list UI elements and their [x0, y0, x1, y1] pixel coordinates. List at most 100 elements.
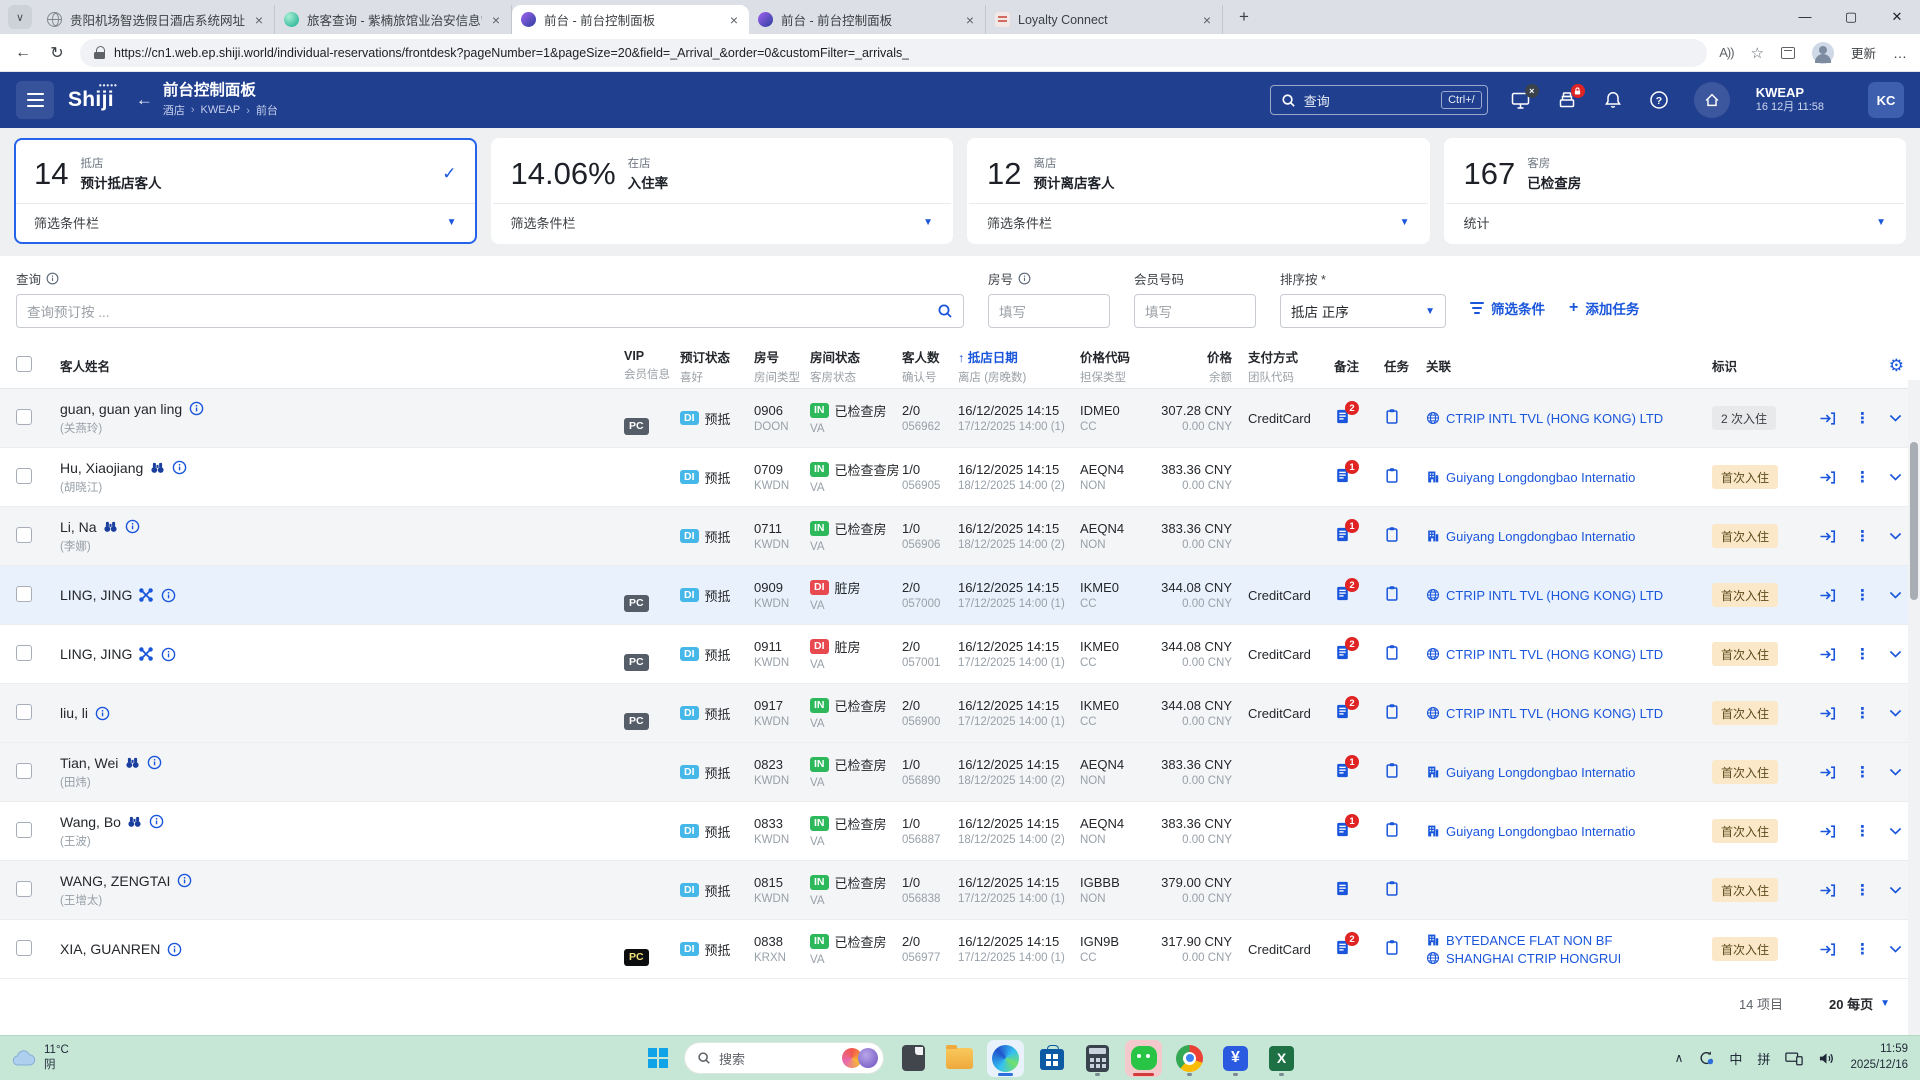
binoculars-icon[interactable]	[124, 755, 140, 771]
column-header[interactable]: 房号 房间类型	[754, 347, 810, 385]
remarks-icon[interactable]: 2	[1334, 696, 1359, 720]
row-checkbox[interactable]	[16, 762, 32, 779]
row-menu-kebab-icon[interactable]: ⋮	[1855, 940, 1870, 958]
row-menu-kebab-icon[interactable]: ⋮	[1855, 527, 1870, 545]
reservation-row[interactable]: WANG, ZENGTAI (王增太) DI 预抵 0815 KWDN IN 已检查房…	[0, 861, 1920, 920]
column-header[interactable]: 备注	[1334, 356, 1384, 375]
guest-name[interactable]: XIA, GUANREN	[60, 941, 160, 957]
tab-list-chevron-icon[interactable]: ∨	[8, 5, 32, 29]
row-checkbox[interactable]	[16, 526, 32, 543]
ime-language-button[interactable]: 中	[1729, 1049, 1742, 1068]
menu-hamburger-icon[interactable]	[16, 81, 54, 119]
company-link[interactable]: Guiyang Longdongbao Internatio	[1426, 470, 1712, 485]
vertical-scrollbar[interactable]	[1908, 380, 1920, 1035]
card-inspected-rooms[interactable]: 167 客房 已检查房 统计 ▼	[1443, 138, 1906, 244]
check-in-icon[interactable]	[1819, 588, 1836, 603]
scrollbar-thumb[interactable]	[1910, 442, 1918, 600]
column-header[interactable]: 价格代码 担保类型	[1080, 347, 1168, 385]
room-number-input[interactable]: 填写	[988, 294, 1110, 328]
column-header[interactable]: ↑ 抵店日期 离店 (房晚数)	[958, 347, 1080, 385]
select-all-checkbox[interactable]	[16, 356, 32, 372]
reservation-row[interactable]: Wang, Bo (王波) DI 预抵 0833 KWDN IN 已检查房 VA 1/0…	[0, 802, 1920, 861]
table-settings-gear-icon[interactable]: ⚙	[1800, 356, 1904, 376]
taskbar-app-unionpay[interactable]	[1217, 1040, 1254, 1077]
check-in-icon[interactable]	[1819, 942, 1836, 957]
row-menu-kebab-icon[interactable]: ⋮	[1855, 822, 1870, 840]
info-icon[interactable]	[94, 705, 110, 721]
row-menu-kebab-icon[interactable]: ⋮	[1855, 763, 1870, 781]
taskbar-app-notepad[interactable]	[895, 1040, 932, 1077]
sync-icon[interactable]	[1698, 1050, 1714, 1066]
cashier-locked-icon[interactable]	[1556, 84, 1585, 111]
window-minimize-button[interactable]: —	[1782, 0, 1828, 33]
taskbar-app-folder[interactable]	[941, 1040, 978, 1077]
binoculars-icon[interactable]	[127, 814, 143, 830]
guest-name[interactable]: LING, JING	[60, 587, 132, 603]
browser-profile-avatar[interactable]	[1811, 41, 1834, 64]
task-clipboard-icon[interactable]	[1384, 526, 1400, 543]
column-header[interactable]: 关联	[1426, 356, 1712, 375]
user-avatar[interactable]: KC	[1868, 82, 1904, 118]
check-in-icon[interactable]	[1819, 706, 1836, 721]
collections-icon[interactable]	[1780, 46, 1795, 59]
task-clipboard-icon[interactable]	[1384, 585, 1400, 602]
taskbar-app-store[interactable]	[1033, 1040, 1070, 1077]
read-aloud-icon[interactable]: A))	[1719, 45, 1734, 60]
taskbar-app-excel[interactable]	[1263, 1040, 1300, 1077]
taskbar-app-chrome[interactable]	[1171, 1040, 1208, 1077]
tab-close-icon[interactable]: ×	[253, 12, 265, 28]
check-in-icon[interactable]	[1819, 470, 1836, 485]
company-link[interactable]: Guiyang Longdongbao Internatio	[1426, 824, 1712, 839]
column-header[interactable]: 任务	[1384, 356, 1426, 375]
row-menu-kebab-icon[interactable]: ⋮	[1855, 645, 1870, 663]
row-checkbox[interactable]	[16, 703, 32, 720]
page-size-select[interactable]: 20 每页 ▼	[1829, 994, 1890, 1013]
tab-close-icon[interactable]: ×	[490, 12, 502, 28]
info-icon[interactable]	[149, 814, 165, 830]
browser-update-button[interactable]: 更新	[1851, 43, 1876, 62]
check-in-icon[interactable]	[1819, 529, 1836, 544]
member-number-input[interactable]: 填写	[1134, 294, 1256, 328]
column-header[interactable]: 客人数 确认号	[902, 347, 958, 385]
back-arrow-icon[interactable]: ←	[136, 90, 153, 110]
guest-name[interactable]: guan, guan yan ling	[60, 401, 182, 417]
browser-tab-active[interactable]: 前台 - 前台控制面板 ×	[512, 5, 749, 34]
refresh-button[interactable]: ↻	[46, 43, 68, 63]
card-filter-bar[interactable]: 筛选条件栏 ▼	[969, 203, 1428, 242]
property-info[interactable]: KWEAP 16 12月 11:58	[1756, 85, 1824, 115]
row-expand-chevron-icon[interactable]	[1889, 945, 1902, 953]
network-devices-icon[interactable]	[1785, 1051, 1804, 1066]
column-header[interactable]: 标识	[1712, 356, 1800, 375]
remarks-icon[interactable]: 1	[1334, 519, 1359, 543]
reservation-row[interactable]: Hu, Xiaojiang (胡晓江) DI 预抵 0709 KWDN IN 已检查查…	[0, 448, 1920, 507]
tray-expand-icon[interactable]: ∧	[1675, 1051, 1684, 1065]
binoculars-icon[interactable]	[149, 460, 165, 476]
taskbar-search-input[interactable]: 搜索	[684, 1042, 884, 1074]
guest-name[interactable]: Wang, Bo	[60, 814, 121, 830]
column-header[interactable]: 预订状态 喜好	[680, 347, 754, 385]
guest-name[interactable]: Tian, Wei	[60, 755, 118, 771]
browser-tab[interactable]: Loyalty Connect ×	[986, 5, 1223, 34]
row-expand-chevron-icon[interactable]	[1889, 886, 1902, 894]
row-expand-chevron-icon[interactable]	[1889, 473, 1902, 481]
remarks-icon[interactable]: 2	[1334, 401, 1359, 425]
remarks-icon[interactable]: 1	[1334, 460, 1359, 484]
remarks-icon[interactable]: 1	[1334, 755, 1359, 779]
info-icon[interactable]	[125, 519, 141, 535]
tab-close-icon[interactable]: ×	[964, 12, 976, 28]
search-icon[interactable]	[937, 303, 953, 319]
reservation-row[interactable]: liu, li PC DI 预抵 0917 KWDN IN 已检查房 VA 2/0 056…	[0, 684, 1920, 743]
card-arrivals[interactable]: 14 抵店 预计抵店客人 ✓ 筛选条件栏 ▼	[14, 138, 477, 244]
info-icon[interactable]	[160, 587, 176, 603]
global-search-input[interactable]: 查询 Ctrl+/	[1269, 85, 1488, 115]
help-icon[interactable]: ?	[1648, 89, 1670, 111]
row-expand-chevron-icon[interactable]	[1889, 414, 1902, 422]
row-checkbox[interactable]	[16, 644, 32, 661]
task-clipboard-icon[interactable]	[1384, 644, 1400, 661]
taskbar-app-edge[interactable]	[987, 1039, 1024, 1077]
taskbar-app-calculator[interactable]	[1079, 1040, 1116, 1077]
row-checkbox[interactable]	[16, 408, 32, 425]
remarks-icon[interactable]: 1	[1334, 814, 1359, 838]
card-stats-bar[interactable]: 统计 ▼	[1445, 203, 1904, 242]
company-link[interactable]: CTRIP INTL TVL (HONG KONG) LTD	[1426, 588, 1712, 603]
